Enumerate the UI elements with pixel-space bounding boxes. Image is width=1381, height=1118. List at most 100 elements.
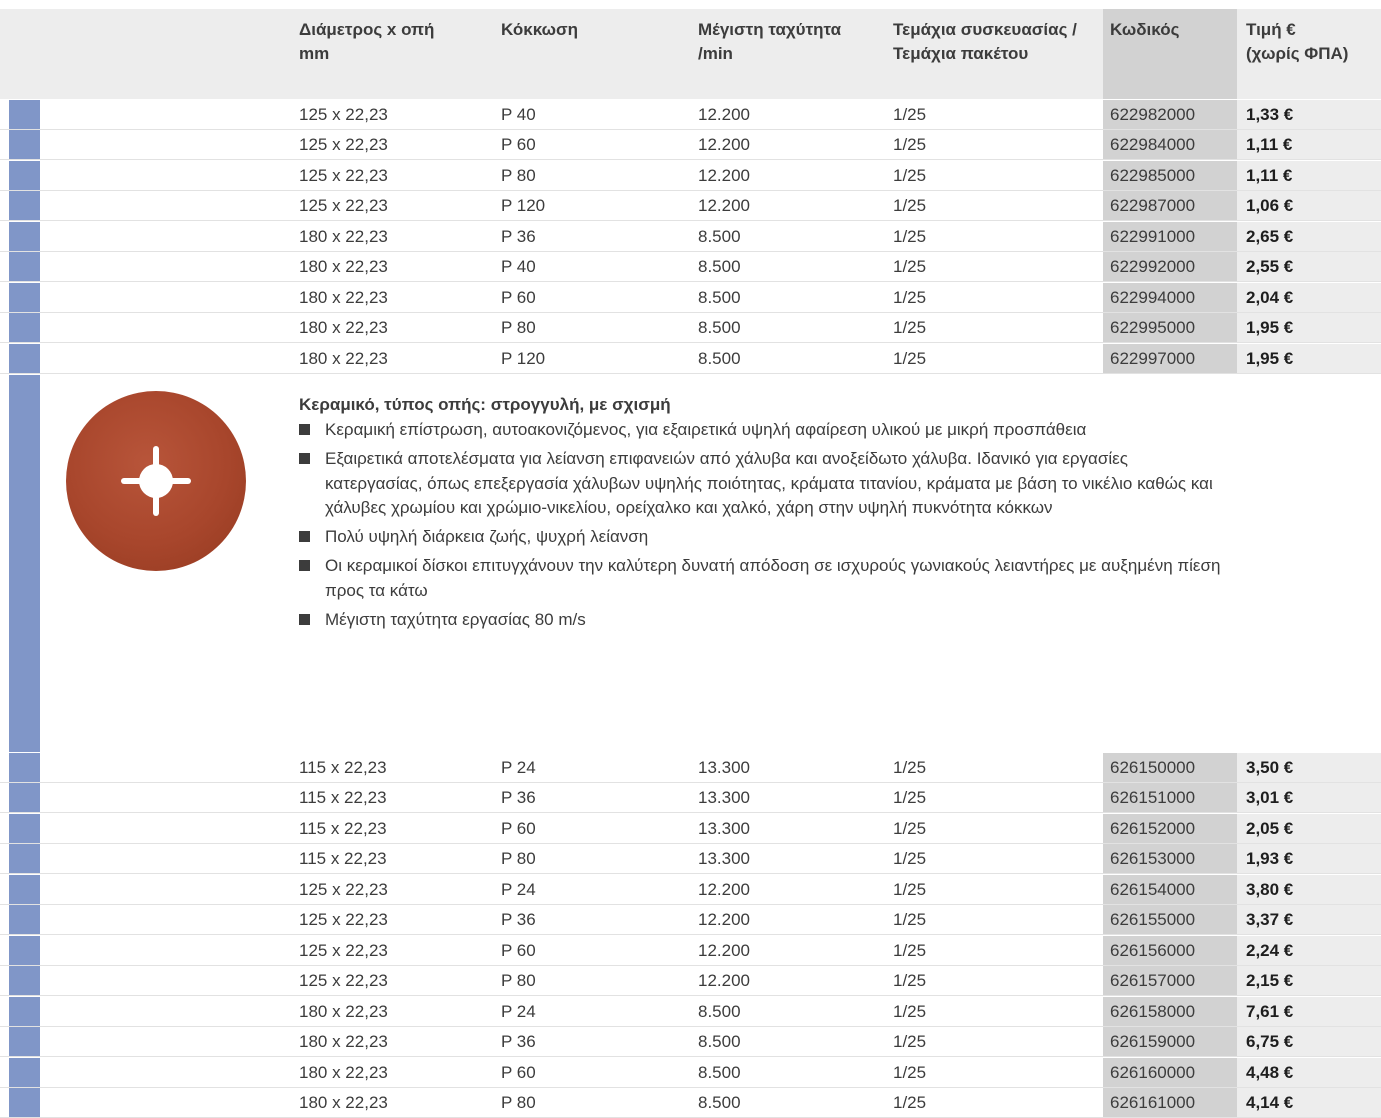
row-marker [9,221,40,251]
grit-cell: P 80 [501,971,536,991]
grit-cell: P 80 [501,849,536,869]
pack-cell: 1/25 [893,788,927,808]
row-marker [9,783,40,813]
code-cell: 622997000 [1110,348,1196,368]
code-cell: 622985000 [1110,165,1196,185]
code-cell: 622994000 [1110,287,1196,307]
row-marker [9,100,40,129]
table-row: 125 x 22,23 P 60 12.200 1/25 622984000 1,11 € [0,130,1381,161]
pack-cell: 1/25 [893,1032,927,1052]
code-cell: 626153000 [1110,849,1196,869]
price-cell: 1,95 € [1246,318,1294,338]
grit-cell: P 60 [501,1062,536,1082]
price-cell: 2,24 € [1246,940,1294,960]
pack-cell: 1/25 [893,1062,927,1082]
header-diameter: Διάμετρος x οπή mm [299,20,435,63]
code-cell: 626158000 [1110,1001,1196,1021]
speed-cell: 12.200 [698,879,750,899]
code-cell: 626156000 [1110,940,1196,960]
speed-cell: 13.300 [698,818,750,838]
diameter-cell: 125 x 22,23 [299,196,388,216]
code-cell: 626159000 [1110,1032,1196,1052]
price-cell: 1,93 € [1246,849,1294,869]
feature-item: Εξαιρετικά αποτελέσματα για λείανση επιφ… [299,447,1229,521]
grit-cell: P 36 [501,910,536,930]
diameter-cell: 180 x 22,23 [299,257,388,277]
price-cell: 4,14 € [1246,1092,1294,1112]
code-cell: 622984000 [1110,135,1196,155]
row-marker [9,313,40,343]
row-marker [9,905,40,935]
pack-cell: 1/25 [893,348,927,368]
row-marker [9,160,40,190]
section-marker [9,375,40,752]
grit-cell: P 24 [501,758,536,777]
header-code: Κωδικός [1110,20,1180,39]
table-row: 180 x 22,23 P 24 8.500 1/25 626158000 7,61 € [0,996,1381,1027]
speed-cell: 13.300 [698,758,750,777]
feature-item: Κεραμική επίστρωση, αυτοακονιζόμενος, γι… [299,418,1229,443]
row-marker [9,1087,40,1117]
price-cell: 2,04 € [1246,287,1294,307]
diameter-cell: 180 x 22,23 [299,287,388,307]
code-cell: 626157000 [1110,971,1196,991]
price-cell: 6,75 € [1246,1032,1294,1052]
price-cell: 1,11 € [1246,165,1293,185]
diameter-cell: 115 x 22,23 [299,788,387,808]
table-row: 125 x 22,23 P 60 12.200 1/25 626156000 2,24 € [0,935,1381,966]
bullet-square-icon [299,453,310,464]
feature-item: Οι κεραμικοί δίσκοι επιτυγχάνουν την καλ… [299,554,1229,603]
price-cell: 3,37 € [1246,910,1294,930]
code-cell: 622991000 [1110,226,1196,246]
table-row: 125 x 22,23 P 80 12.200 1/25 626157000 2,15 € [0,966,1381,997]
code-cell: 622992000 [1110,257,1196,277]
price-cell: 2,15 € [1246,971,1294,991]
pack-cell: 1/25 [893,287,927,307]
speed-cell: 12.200 [698,135,750,155]
product-title: Κεραμικό, τύπος οπής: στρογγυλή, με σχισ… [299,395,671,414]
speed-cell: 8.500 [698,348,741,368]
code-cell: 626154000 [1110,879,1196,899]
header-price: Τιμή € (χωρίς ΦΠΑ) [1246,20,1349,63]
code-cell: 626160000 [1110,1062,1196,1082]
speed-cell: 12.200 [698,971,750,991]
row-marker [9,996,40,1026]
pack-cell: 1/25 [893,226,927,246]
grit-cell: P 36 [501,1032,536,1052]
speed-cell: 8.500 [698,287,741,307]
speed-cell: 12.200 [698,165,750,185]
table-row: 180 x 22,23 P 40 8.500 1/25 622992000 2,55 € [0,252,1381,283]
price-cell: 4,48 € [1246,1062,1294,1082]
table-row: 125 x 22,23 P 36 12.200 1/25 626155000 3,37 € [0,905,1381,936]
table-row: 125 x 22,23 P 40 12.200 1/25 622982000 1,33 € [0,100,1381,130]
price-cell: 1,06 € [1246,196,1294,216]
grit-cell: P 36 [501,226,536,246]
code-cell: 622982000 [1110,105,1196,124]
feature-item: Πολύ υψηλή διάρκεια ζωής, ψυχρή λείανση [299,525,1229,550]
header-pack: Τεμάχια συσκευασίας / Τεμάχια πακέτου [893,20,1077,63]
price-cell: 1,33 € [1246,105,1294,124]
grit-cell: P 24 [501,1001,536,1021]
diameter-cell: 180 x 22,23 [299,1062,388,1082]
grit-cell: P 60 [501,818,536,838]
pack-cell: 1/25 [893,165,927,185]
row-marker [9,874,40,904]
table-row: 125 x 22,23 P 24 12.200 1/25 626154000 3,80 € [0,874,1381,905]
row-marker [9,966,40,996]
speed-cell: 8.500 [698,257,741,277]
speed-cell: 8.500 [698,1092,741,1112]
grit-cell: P 24 [501,879,536,899]
diameter-cell: 180 x 22,23 [299,226,388,246]
table-row: 125 x 22,23 P 120 12.200 1/25 622987000 1,06 … [0,191,1381,222]
price-cell: 2,65 € [1246,226,1294,246]
grit-cell: P 120 [501,196,546,216]
pack-cell: 1/25 [893,196,927,216]
row-marker [9,282,40,312]
pack-cell: 1/25 [893,818,927,838]
code-cell: 626151000 [1110,788,1196,808]
grit-cell: P 40 [501,105,536,124]
code-cell: 626161000 [1110,1092,1196,1112]
price-cell: 3,01 € [1246,788,1294,808]
speed-cell: 8.500 [698,318,741,338]
speed-cell: 12.200 [698,940,750,960]
